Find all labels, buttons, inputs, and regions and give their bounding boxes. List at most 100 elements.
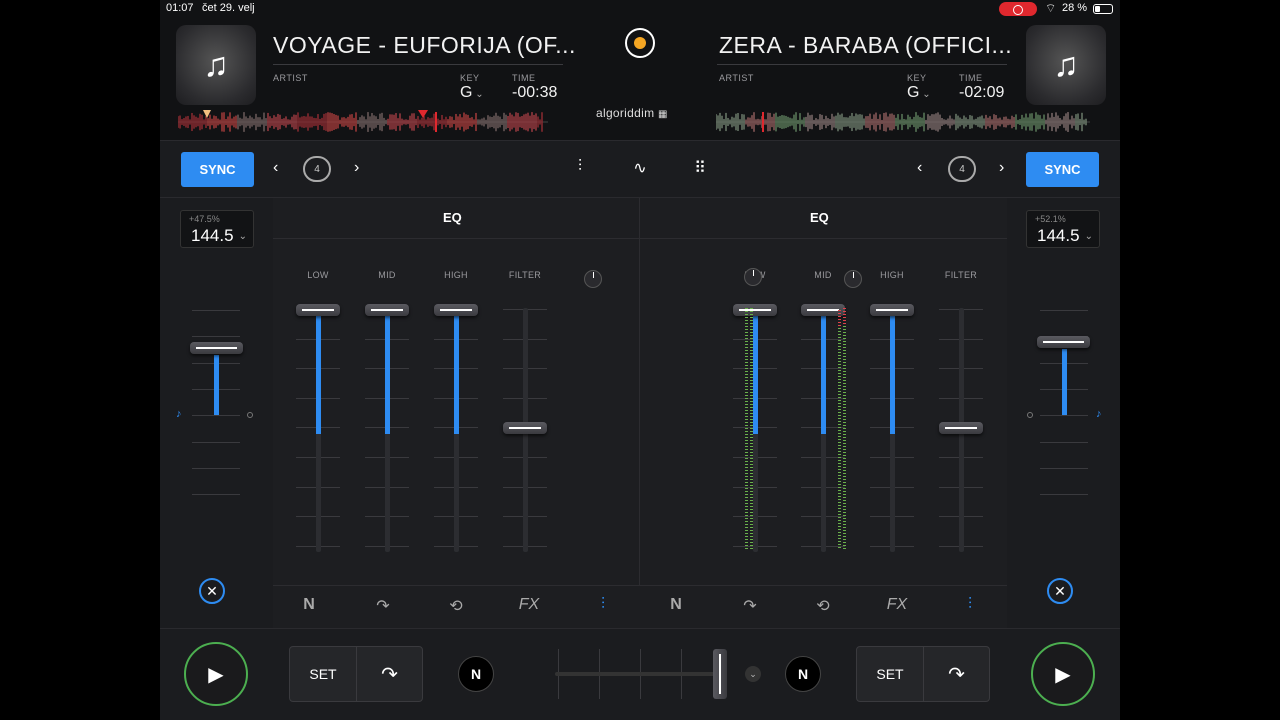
deck-a-title[interactable]: VOYAGE - EUFORIJA (OF... <box>273 32 576 59</box>
deck-a-pitch-note-icon: ♪ <box>176 408 182 420</box>
status-time: 01:07 <box>166 2 194 14</box>
deck-b-artwork[interactable]: ♫ <box>1026 25 1106 105</box>
deck-a-vu-meter-l <box>745 308 748 550</box>
deck-b-filter-handle[interactable] <box>939 422 983 434</box>
deck-b-pitch-fill <box>1062 349 1067 415</box>
crossfader-track[interactable] <box>555 672 725 676</box>
music-note-icon: ♫ <box>203 45 229 84</box>
deck-b-pitch-slider[interactable] <box>1037 336 1090 348</box>
deck-a-artist-label: ARTIST <box>273 73 308 83</box>
deck-b-play-button[interactable]: ▶ <box>1031 642 1095 706</box>
deck-b-loop-next-icon[interactable]: › <box>999 159 1004 177</box>
deck-a-pitch-slider[interactable] <box>190 342 243 354</box>
deck-b-sync-button[interactable]: SYNC <box>1026 152 1099 187</box>
deck-a-bpm-pct: +47.5% <box>189 214 220 224</box>
deck-b-loop-icon[interactable]: ⟲ <box>816 596 829 616</box>
deck-toolbar: SYNC ‹ 4 › ⫶ ∿ ⠿ ‹ 4 › SYNC <box>160 140 1120 198</box>
deck-b-key[interactable]: G ⌄ <box>907 84 931 102</box>
deck-b-eq-mid-label: MID <box>814 270 832 280</box>
deck-a-loop-button[interactable]: 4 <box>303 156 331 182</box>
deck-a-eq-title: EQ <box>443 210 462 225</box>
deck-b-waveform[interactable] <box>716 110 1090 134</box>
deck-b-trim-knob[interactable] <box>844 270 862 288</box>
crossfader-handle[interactable] <box>713 649 727 699</box>
deck-a-filter-handle[interactable] <box>503 422 547 434</box>
deck-a-time: -00:38 <box>512 84 558 101</box>
deck-a-bpm-box[interactable]: +47.5% 144.5 ⌄ <box>180 210 254 248</box>
deck-b-pitch-panel: +52.1% 144.5 ⌄ ♪ ✕ <box>1007 198 1120 628</box>
pitch-tick <box>1040 310 1088 311</box>
deck-a-jump-cue-icon[interactable]: ↷ <box>356 647 422 701</box>
deck-a-close-icon[interactable]: ✕ <box>199 578 225 604</box>
deck-a-fx-icon[interactable]: FX <box>519 596 539 614</box>
deck-b-title[interactable]: ZERA - BARABA (OFFICI... <box>719 32 1012 59</box>
deck-b-eq-high-handle[interactable] <box>870 304 914 316</box>
record-mix-button[interactable] <box>625 28 655 58</box>
deck-b-gain-knob[interactable] <box>744 268 762 286</box>
pitch-tick <box>192 467 240 469</box>
crossfader-options-icon[interactable]: ⌄ <box>745 666 761 682</box>
deck-a-divider <box>273 64 563 65</box>
pads-view-icon[interactable]: ⠿ <box>689 158 711 180</box>
deck-b-cue-jump-icon[interactable]: ↷ <box>743 596 756 616</box>
deck-b-vu-peak-r <box>843 308 846 326</box>
waveform-view-icon[interactable]: ∿ <box>629 158 651 180</box>
deck-a-loop-next-icon[interactable]: › <box>354 159 359 177</box>
deck-a-waveform[interactable] <box>178 110 548 134</box>
deck-b-fx-icon[interactable]: FX <box>887 596 907 614</box>
deck-a-eq-mid-handle[interactable] <box>365 304 409 316</box>
deck-a-gain-knob[interactable] <box>584 270 602 288</box>
deck-b-bpm-pct: +52.1% <box>1035 214 1066 224</box>
transport-bar: ▶ SET ↷ N ⌄ N SET ↷ ▶ <box>160 628 1120 720</box>
djay-app: 01:07 čet 29. velj ⌔ 28 % ♫ VOYAGE - EUF… <box>160 0 1120 720</box>
deck-a-eq-mid-label: MID <box>378 270 396 280</box>
deck-b-vu-meter-r <box>843 326 846 550</box>
status-date: čet 29. velj <box>202 2 255 14</box>
deck-a-loop-icon[interactable]: ⟲ <box>449 596 462 616</box>
deck-b-neural-mix-button[interactable]: N <box>785 656 821 692</box>
deck-b-loop-button[interactable]: 4 <box>948 156 976 182</box>
deck-b-vu-meter-l <box>838 328 841 550</box>
deck-a-loop-prev-icon[interactable]: ‹ <box>273 159 278 177</box>
deck-b-time-label: TIME <box>959 73 983 83</box>
deck-a-eq-high-handle[interactable] <box>434 304 478 316</box>
deck-a-artwork[interactable]: ♫ <box>176 25 256 105</box>
deck-b-pitch-reset-dot[interactable] <box>1027 412 1033 418</box>
deck-a-bpm: 144.5 <box>191 226 234 245</box>
deck-b-set-cue-button[interactable]: SET <box>857 647 923 701</box>
deck-a-neural-mix-icon[interactable]: N <box>303 596 315 614</box>
deck-b-neural-mix-icon[interactable]: N <box>670 596 682 614</box>
deck-b-eq-icon[interactable]: ⫶ <box>968 596 972 614</box>
play-icon: ▶ <box>1055 663 1071 686</box>
deck-a-play-button[interactable]: ▶ <box>184 642 248 706</box>
deck-b-jump-cue-icon[interactable]: ↷ <box>923 647 989 701</box>
deck-a-pitch-panel: +47.5% 144.5 ⌄ ♪ ✕ <box>160 198 273 628</box>
deck-a-eq-high-fill <box>454 310 459 434</box>
mixer-divider <box>639 198 640 585</box>
pitch-tick <box>192 415 240 417</box>
deck-a-neural-mix-button[interactable]: N <box>458 656 494 692</box>
deck-b-bpm-box[interactable]: +52.1% 144.5 ⌄ <box>1026 210 1100 248</box>
deck-b-close-icon[interactable]: ✕ <box>1047 578 1073 604</box>
deck-a-cue-group: SET ↷ <box>289 646 423 702</box>
deck-b-loop-prev-icon[interactable]: ‹ <box>917 159 922 177</box>
deck-a-eq-low-handle[interactable] <box>296 304 340 316</box>
deck-a-pitch-reset-dot[interactable] <box>247 412 253 418</box>
pitch-tick <box>1040 467 1088 469</box>
deck-a-sync-button[interactable]: SYNC <box>181 152 254 187</box>
deck-a-filter-label: FILTER <box>508 270 542 280</box>
deck-b-key-label: KEY <box>907 73 927 83</box>
deck-b-eq-low-handle[interactable] <box>733 304 777 316</box>
deck-a-key[interactable]: G ⌄ <box>460 84 484 102</box>
screen-record-icon[interactable] <box>999 2 1037 16</box>
deck-a-set-cue-button[interactable]: SET <box>290 647 356 701</box>
deck-a-vu-meter-r <box>750 308 753 550</box>
play-icon: ▶ <box>208 663 224 686</box>
deck-b-eq-high-fill <box>890 310 895 434</box>
deck-b-pitch-note-icon: ♪ <box>1096 408 1102 420</box>
deck-a-time-label: TIME <box>512 73 536 83</box>
deck-a-eq-icon[interactable]: ⫶ <box>601 596 605 614</box>
mixer-view-icon[interactable]: ⫶ <box>569 158 591 180</box>
eq-header-divider <box>273 238 1007 239</box>
deck-a-cue-jump-icon[interactable]: ↷ <box>376 596 389 616</box>
